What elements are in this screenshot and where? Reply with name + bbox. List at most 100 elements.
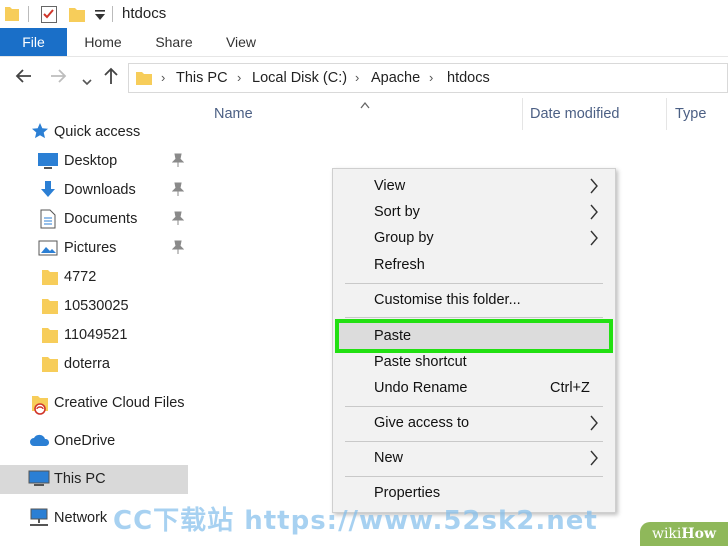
ribbon: File Home Share View (0, 28, 728, 56)
pictures-icon (38, 238, 58, 263)
new-folder-icon[interactable] (68, 4, 86, 29)
sidebar-item-label: This PC (54, 471, 106, 487)
breadcrumb-local-disk[interactable]: Local Disk (C:) (252, 70, 347, 86)
column-divider[interactable] (522, 98, 523, 130)
menu-item-label: Paste shortcut (374, 354, 467, 370)
pin-icon[interactable] (171, 182, 185, 201)
menu-separator (345, 441, 603, 442)
sidebar-item-label: 10530025 (64, 298, 129, 314)
menu-item-label: Give access to (374, 415, 470, 431)
menu-item-label: Sort by (374, 204, 420, 220)
back-arrow-icon[interactable] (14, 66, 34, 91)
sidebar-item-downloads[interactable]: Downloads (0, 176, 188, 205)
menu-item-label: Paste (374, 328, 412, 344)
menu-item-label: Group by (374, 230, 434, 246)
window-title: htdocs (122, 5, 167, 22)
sidebar-item-creative-cloud-files[interactable]: Creative Cloud Files (0, 389, 188, 418)
breadcrumb-separator[interactable]: › (161, 70, 165, 85)
menu-item-paste-shortcut[interactable]: Paste shortcut (333, 349, 617, 375)
sidebar-item-label: Desktop (64, 153, 118, 169)
sidebar-item-documents[interactable]: Documents (0, 205, 188, 234)
menu-item-give-access-to[interactable]: Give access to (333, 410, 617, 436)
properties-icon[interactable] (40, 4, 58, 29)
tab-share[interactable]: Share (146, 28, 202, 56)
sidebar-item-onedrive[interactable]: OneDrive (0, 427, 188, 456)
watermark-cc-download: CC下载站 https://www.52sk2.net (113, 506, 598, 536)
folder-icon (41, 354, 59, 379)
menu-item-refresh[interactable]: Refresh (333, 252, 617, 278)
sidebar-item-label: Quick access (54, 124, 141, 140)
sidebar-item-folder-doterra[interactable]: doterra (0, 350, 188, 379)
menu-item-sort-by[interactable]: Sort by (333, 199, 617, 225)
pin-icon[interactable] (171, 211, 185, 230)
menu-separator (345, 406, 603, 407)
sidebar-item-label: Downloads (64, 182, 136, 198)
menu-separator (345, 283, 603, 284)
breadcrumb-separator[interactable]: › (429, 70, 433, 85)
menu-item-label: Properties (374, 485, 441, 501)
breadcrumb-apache[interactable]: Apache (371, 70, 420, 86)
documents-icon (39, 209, 57, 234)
wikihow-logo-how: How (681, 526, 717, 542)
divider (112, 6, 113, 22)
chevron-right-icon (589, 204, 599, 225)
sidebar-item-label: 4772 (64, 269, 97, 285)
folder-icon (41, 325, 59, 350)
wikihow-logo: wikiHow (640, 522, 728, 546)
sidebar-item-label: doterra (64, 356, 110, 372)
breadcrumb-separator[interactable]: › (355, 70, 359, 85)
breadcrumb-this-pc[interactable]: This PC (176, 70, 228, 86)
sidebar-item-pictures[interactable]: Pictures (0, 234, 188, 263)
menu-item-shortcut: Ctrl+Z (550, 380, 590, 396)
breadcrumb-htdocs[interactable]: htdocs (447, 70, 490, 86)
chevron-right-icon (589, 230, 599, 251)
menu-item-label: Undo Rename (374, 380, 468, 396)
menu-item-view[interactable]: View (333, 173, 617, 199)
menu-item-group-by[interactable]: Group by (333, 225, 617, 251)
folder-icon (135, 69, 153, 92)
sidebar-item-folder-11049521[interactable]: 11049521 (0, 321, 188, 350)
menu-item-paste[interactable]: Paste (335, 319, 613, 353)
pin-icon[interactable] (171, 240, 185, 259)
recent-locations-chevron-icon[interactable] (82, 71, 92, 92)
sort-ascending-icon (360, 96, 370, 114)
tab-view[interactable]: View (216, 28, 266, 56)
divider (28, 6, 29, 22)
column-header-type[interactable]: Type (675, 106, 706, 122)
sidebar-item-quick-access[interactable]: Quick access (0, 118, 188, 147)
menu-item-label: New (374, 450, 404, 466)
column-header-date-modified[interactable]: Date modified (530, 106, 619, 122)
tab-file[interactable]: File (0, 28, 67, 56)
sidebar-item-folder-4772[interactable]: 4772 (0, 263, 188, 292)
customize-toolbar-icon[interactable] (94, 8, 106, 26)
column-divider[interactable] (666, 98, 667, 130)
creative-cloud-icon (31, 393, 51, 420)
tab-home[interactable]: Home (75, 28, 131, 56)
up-arrow-icon[interactable] (102, 66, 120, 91)
sidebar-item-this-pc[interactable]: This PC (0, 465, 188, 494)
sidebar-item-label: Network (54, 510, 108, 526)
sidebar-item-label: OneDrive (54, 433, 116, 449)
column-header-name[interactable]: Name (214, 106, 253, 122)
sidebar-item-label: Pictures (64, 240, 117, 256)
star-icon (31, 122, 49, 145)
breadcrumb-separator[interactable]: › (237, 70, 241, 85)
chevron-right-icon (589, 415, 599, 436)
folder-icon (41, 296, 59, 321)
forward-arrow-icon[interactable] (48, 66, 68, 91)
sidebar-item-label: Documents (64, 211, 138, 227)
wikihow-logo-wiki: wiki (651, 526, 682, 542)
menu-item-label: Refresh (374, 257, 425, 273)
sidebar-item-desktop[interactable]: Desktop (0, 147, 188, 176)
pin-icon[interactable] (171, 153, 185, 172)
title-bar: htdocs (0, 0, 728, 28)
menu-item-undo-rename[interactable]: Undo Rename Ctrl+Z (333, 375, 617, 401)
menu-item-label: View (374, 178, 406, 194)
menu-item-customise-folder[interactable]: Customise this folder... (333, 287, 617, 313)
sidebar-item-label: Creative Cloud Files (54, 395, 185, 411)
address-bar[interactable]: › This PC › Local Disk (C:) › Apache › h… (128, 63, 728, 93)
menu-separator (345, 476, 603, 477)
this-pc-icon (28, 469, 50, 494)
sidebar-item-folder-10530025[interactable]: 10530025 (0, 292, 188, 321)
menu-item-new[interactable]: New (333, 445, 617, 471)
